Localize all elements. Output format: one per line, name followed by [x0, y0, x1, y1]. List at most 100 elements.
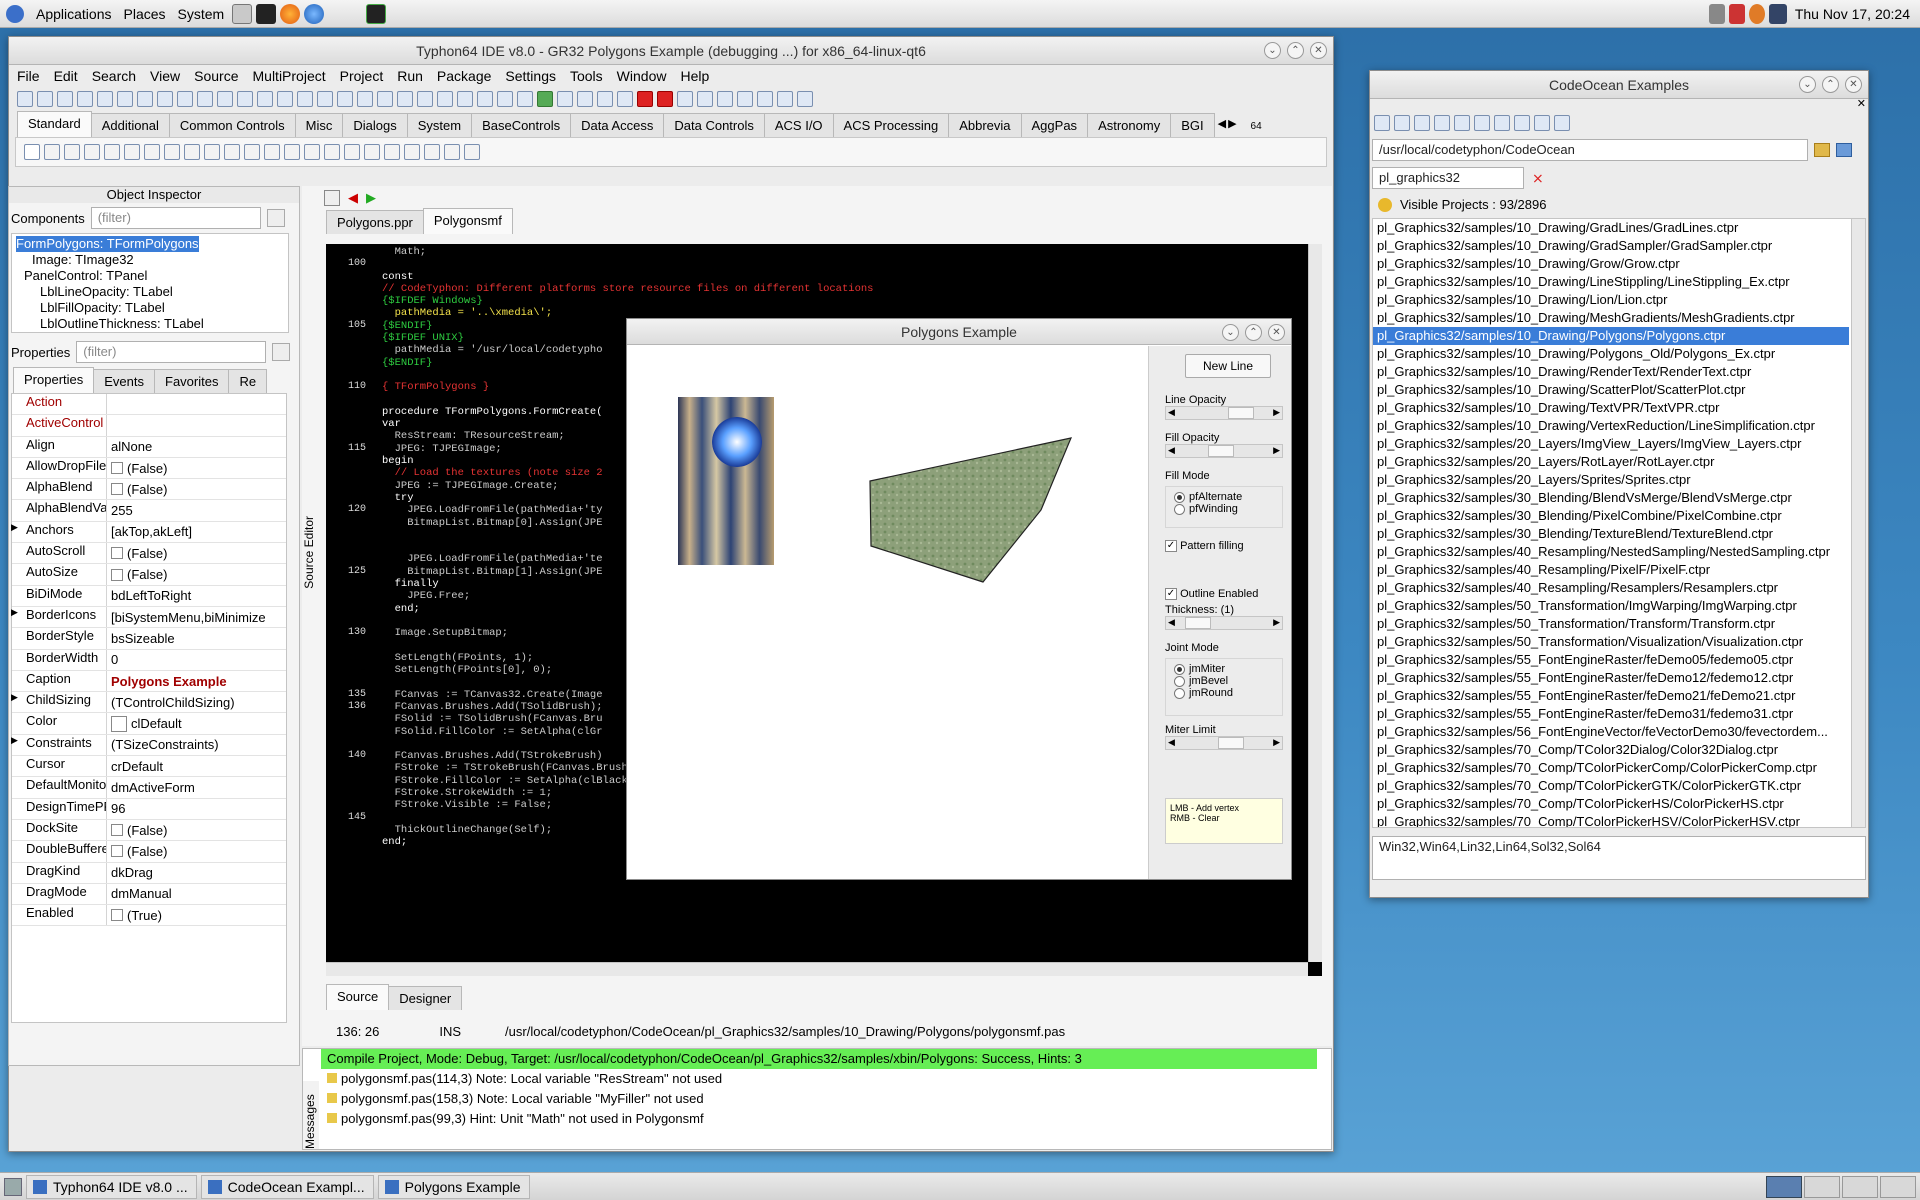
- toolbar-tool-icon[interactable]: [197, 91, 213, 107]
- project-item[interactable]: pl_Graphics32/samples/56_FontEngineVecto…: [1373, 723, 1849, 741]
- platforms-field[interactable]: Win32,Win64,Lin32,Lin64,Sol32,Sol64: [1372, 836, 1866, 880]
- volume-icon[interactable]: [1708, 3, 1725, 24]
- toolbar-tool-icon[interactable]: [377, 91, 393, 107]
- workspace-3[interactable]: [1842, 1175, 1878, 1198]
- polygon-shape[interactable]: [627, 346, 1147, 879]
- project-item[interactable]: pl_Graphics32/samples/10_Drawing/MeshGra…: [1373, 309, 1849, 327]
- property-value[interactable]: (False): [107, 458, 286, 478]
- property-value[interactable]: [107, 394, 286, 414]
- property-row[interactable]: AutoScroll (False): [12, 543, 286, 565]
- inspector-tab[interactable]: Events: [93, 369, 155, 393]
- menu-run[interactable]: Run: [397, 68, 423, 84]
- jm-bevel-radio[interactable]: jmBevel: [1174, 675, 1274, 687]
- polygons-maximize-button[interactable]: ⌃: [1245, 324, 1262, 341]
- toolbar-tool-icon[interactable]: [437, 91, 453, 107]
- toolbar-tool-icon[interactable]: [597, 91, 613, 107]
- menu-file[interactable]: File: [17, 68, 40, 84]
- property-row[interactable]: DragMode dmManual: [12, 883, 286, 906]
- menu-window[interactable]: Window: [617, 68, 667, 84]
- property-value[interactable]: dmManual: [107, 884, 286, 904]
- toolbar-tool-icon[interactable]: [57, 91, 73, 107]
- miter-limit-slider[interactable]: ◀ ▶: [1165, 736, 1283, 751]
- workspace-2[interactable]: [1804, 1175, 1840, 1198]
- property-row[interactable]: BorderWidth 0: [12, 649, 286, 671]
- close-button[interactable]: ✕: [1310, 42, 1327, 59]
- checkbox-icon[interactable]: [111, 483, 123, 496]
- property-value[interactable]: dkDrag: [107, 863, 286, 883]
- property-value[interactable]: (TSizeConstraints): [107, 735, 286, 755]
- workspace-1[interactable]: [1766, 1175, 1802, 1198]
- menu-package[interactable]: Package: [437, 68, 491, 84]
- palette-component-icon[interactable]: [424, 144, 440, 160]
- toolbar-tool-icon[interactable]: [117, 91, 133, 107]
- property-row[interactable]: ▶ ChildSizing (TControlChildSizing): [11, 692, 286, 714]
- project-item[interactable]: pl_Graphics32/samples/70_Comp/TColorPick…: [1373, 759, 1849, 777]
- palette-component-icon[interactable]: [384, 144, 400, 160]
- inspector-tab[interactable]: Re: [228, 369, 268, 393]
- ide-titlebar[interactable]: Typhon64 IDE v8.0 - GR32 Polygons Exampl…: [9, 37, 1333, 65]
- toolbar-tool-icon[interactable]: [457, 91, 473, 107]
- inspector-tab[interactable]: Properties: [13, 367, 95, 393]
- project-item[interactable]: pl_Graphics32/samples/10_Drawing/Lion/Li…: [1373, 291, 1849, 309]
- thunderbird-icon[interactable]: [304, 3, 325, 24]
- property-value[interactable]: (TControlChildSizing): [107, 692, 286, 712]
- project-item[interactable]: pl_Graphics32/samples/10_Drawing/Polygon…: [1373, 345, 1849, 363]
- palette-tab[interactable]: Data Access: [570, 113, 665, 137]
- toolbar-tool-icon[interactable]: [357, 91, 373, 107]
- property-row[interactable]: Enabled (True): [12, 905, 286, 927]
- property-row[interactable]: ▶ Anchors [akTop,akLeft]: [11, 521, 286, 544]
- tree-node[interactable]: PanelControl: TPanel: [16, 268, 147, 284]
- property-value[interactable]: 0: [107, 650, 286, 670]
- clock[interactable]: Thu Nov 17, 20:24: [1795, 6, 1910, 22]
- project-item[interactable]: pl_Graphics32/samples/10_Drawing/RenderT…: [1373, 363, 1849, 381]
- check-icon[interactable]: [1494, 115, 1510, 131]
- toolbar-tool-icon[interactable]: [757, 91, 773, 107]
- pin-icon[interactable]: [1434, 115, 1450, 131]
- firefox-icon[interactable]: [280, 3, 301, 24]
- components-icon[interactable]: [1414, 115, 1430, 131]
- maximize-button[interactable]: ⌃: [1287, 42, 1304, 59]
- editor-tab[interactable]: Polygons.ppr: [326, 210, 424, 234]
- property-row[interactable]: AllowDropFiles (False): [12, 457, 286, 480]
- palette-component-icon[interactable]: [64, 144, 80, 160]
- palette-component-icon[interactable]: [84, 144, 100, 160]
- clear-filter-icon[interactable]: [266, 209, 285, 227]
- toolbar-tool-icon[interactable]: [157, 91, 173, 107]
- toolbar-tool-icon[interactable]: [557, 91, 573, 107]
- property-row[interactable]: DockSite (False): [12, 819, 286, 842]
- project-item[interactable]: pl_Graphics32/samples/20_Layers/ImgView_…: [1373, 435, 1849, 453]
- back-arrow-icon[interactable]: ◀: [348, 190, 358, 206]
- polygons-titlebar[interactable]: Polygons Example ⌄ ⌃ ✕: [627, 319, 1291, 345]
- tree-node[interactable]: Image: TImage32: [16, 252, 134, 268]
- checkbox-icon[interactable]: [111, 568, 123, 581]
- palette-tab[interactable]: ACS I/O: [763, 113, 834, 137]
- taskbar-button[interactable]: Polygons Example: [377, 1174, 530, 1199]
- tree-node[interactable]: LblFillOpacity: TLabel: [16, 300, 165, 316]
- network-icon[interactable]: [1768, 3, 1787, 24]
- palette-tab[interactable]: ACS Processing: [832, 113, 950, 137]
- palette-component-icon[interactable]: [324, 144, 340, 160]
- toolbar-tool-icon[interactable]: [477, 91, 493, 107]
- project-item[interactable]: pl_Graphics32/samples/10_Drawing/GradSam…: [1373, 237, 1849, 255]
- toolbar-tool-icon[interactable]: [17, 91, 33, 107]
- palette-component-icon[interactable]: [304, 144, 320, 160]
- menu-source[interactable]: Source: [194, 68, 238, 84]
- components-filter-input[interactable]: (filter): [90, 207, 261, 229]
- editor-view-tab[interactable]: Source: [326, 984, 390, 1010]
- palette-component-icon[interactable]: [244, 144, 260, 160]
- palette-tab[interactable]: Dialogs: [342, 113, 408, 137]
- palette-tab[interactable]: Data Controls: [663, 113, 765, 137]
- property-value[interactable]: alNone: [107, 437, 286, 457]
- palette-tab[interactable]: BGI: [1170, 113, 1215, 137]
- codeocean-close-button[interactable]: ✕: [1845, 76, 1862, 93]
- project-item[interactable]: pl_Graphics32/samples/10_Drawing/TextVPR…: [1373, 399, 1849, 417]
- palette-component-icon[interactable]: [364, 144, 380, 160]
- settings-icon[interactable]: [1554, 115, 1570, 131]
- project-item[interactable]: pl_Graphics32/samples/70_Comp/TColorPick…: [1373, 795, 1849, 813]
- project-item[interactable]: pl_Graphics32/samples/55_FontEngineRaste…: [1373, 669, 1849, 687]
- select-pointer-icon[interactable]: [24, 144, 40, 160]
- line-opacity-thumb[interactable]: [1227, 407, 1254, 419]
- checkbox-icon[interactable]: [111, 462, 123, 475]
- menu-multiproject[interactable]: MultiProject: [253, 68, 326, 84]
- property-value[interactable]: bdLeftToRight: [107, 586, 286, 606]
